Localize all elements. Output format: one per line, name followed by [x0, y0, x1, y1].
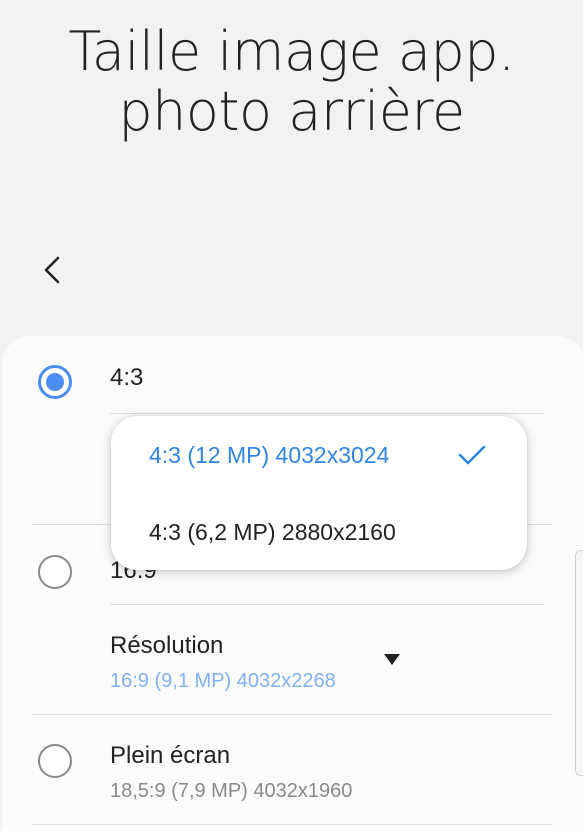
option-4-3-label: 4:3 — [110, 364, 144, 391]
radio-full-screen[interactable] — [38, 744, 72, 778]
option-full-screen-label: Plein écran — [110, 742, 231, 769]
screen: Taille image app. photo arrière 4:3 16:9… — [0, 0, 583, 831]
resolution-popup-menu: 4:3 (12 MP) 4032x3024 4:3 (6,2 MP) 2880x… — [111, 416, 527, 570]
popup-item-12mp-label: 4:3 (12 MP) 4032x3024 — [149, 442, 390, 468]
scrollbar[interactable] — [575, 550, 583, 776]
divider — [32, 714, 552, 715]
divider — [110, 413, 544, 414]
page-title-line1: Taille image app. — [68, 20, 515, 83]
resolution-value: 16:9 (9,1 MP) 4032x2268 — [110, 670, 336, 692]
page-title: Taille image app. photo arrière — [0, 22, 583, 142]
options-card: 4:3 16:9 Résolution 16:9 (9,1 MP) 4032x2… — [2, 336, 583, 831]
resolution-label: Résolution — [110, 632, 224, 659]
page-title-line2: photo arrière — [118, 80, 465, 143]
popup-item-6mp-label: 4:3 (6,2 MP) 2880x2160 — [149, 519, 396, 545]
divider — [32, 824, 552, 825]
chevron-left-icon — [44, 256, 60, 284]
checkmark-icon — [458, 445, 486, 465]
back-button[interactable] — [30, 248, 74, 292]
radio-16-9[interactable] — [38, 555, 72, 589]
divider — [110, 604, 544, 605]
radio-4-3[interactable] — [38, 365, 72, 399]
option-full-screen-detail: 18,5:9 (7,9 MP) 4032x1960 — [110, 780, 353, 802]
dropdown-arrow-icon — [384, 654, 400, 665]
